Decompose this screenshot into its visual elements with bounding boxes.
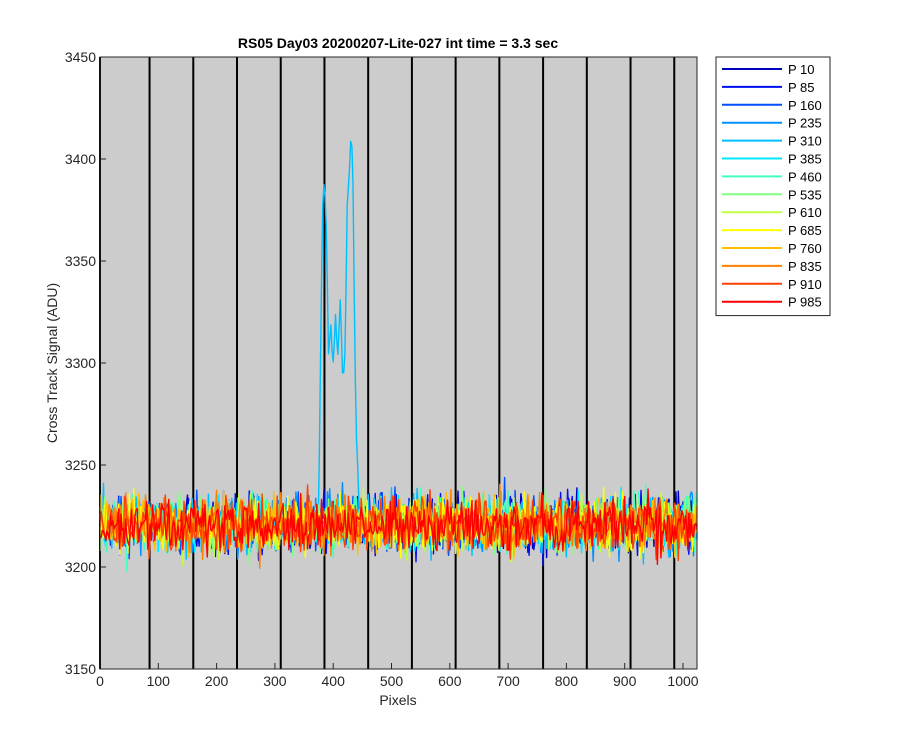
- x-tick-label: 200: [205, 673, 229, 689]
- y-tick-label: 3150: [65, 661, 96, 677]
- x-tick-label: 900: [613, 673, 637, 689]
- x-tick-label: 500: [380, 673, 404, 689]
- chart-title: RS05 Day03 20200207-Lite-027 int time = …: [238, 35, 558, 51]
- legend-label: P 910: [788, 277, 822, 292]
- y-axis-label: Cross Track Signal (ADU): [44, 283, 60, 443]
- legend-label: P 460: [788, 169, 822, 184]
- legend-label: P 235: [788, 116, 822, 131]
- legend: P 10 P 85 P 160 P 235 P 310 P 385 P 460 P 535 P …: [715, 56, 831, 317]
- legend-label: P 985: [788, 295, 822, 310]
- plot-area: [100, 57, 697, 669]
- chart: RS05 Day03 20200207-Lite-027 int time = …: [0, 0, 900, 750]
- x-tick-label: 300: [263, 673, 287, 689]
- legend-label: P 10: [788, 62, 815, 77]
- y-tick-label: 3200: [65, 559, 96, 575]
- legend-label: P 85: [788, 80, 815, 95]
- legend-label: P 610: [788, 205, 822, 220]
- x-tick-label: 0: [96, 673, 104, 689]
- y-tick-label: 3250: [65, 457, 96, 473]
- x-tick-label: 700: [496, 673, 520, 689]
- x-tick-label: 400: [322, 673, 346, 689]
- x-tick-label: 100: [147, 673, 171, 689]
- y-tick-label: 3400: [65, 151, 96, 167]
- legend-label: P 385: [788, 152, 822, 167]
- legend-label: P 310: [788, 134, 822, 149]
- y-tick-label: 3350: [65, 253, 96, 269]
- legend-label: P 835: [788, 259, 822, 274]
- y-tick-label: 3300: [65, 355, 96, 371]
- x-tick-label: 1000: [667, 673, 698, 689]
- y-tick-label: 3450: [65, 49, 96, 65]
- x-tick-label: 600: [438, 673, 462, 689]
- legend-label: P 535: [788, 187, 822, 202]
- legend-label: P 760: [788, 241, 822, 256]
- legend-label: P 685: [788, 223, 822, 238]
- x-tick-label: 800: [555, 673, 579, 689]
- x-axis-label: Pixels: [379, 692, 416, 708]
- legend-label: P 160: [788, 98, 822, 113]
